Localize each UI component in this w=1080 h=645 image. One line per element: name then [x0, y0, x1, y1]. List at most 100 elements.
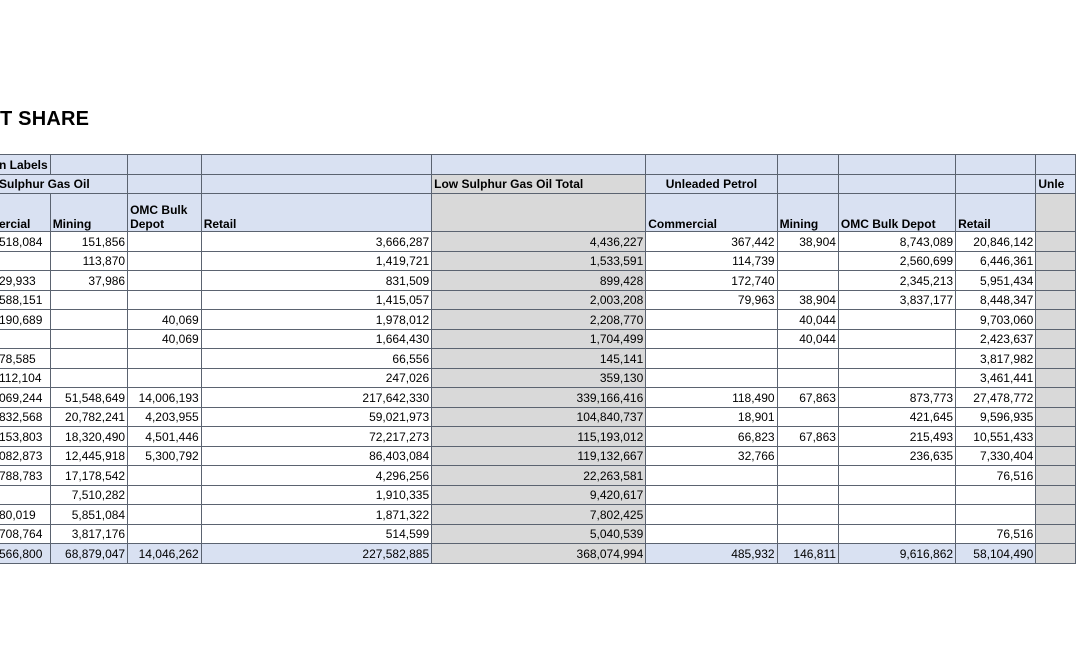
table-cell[interactable]: 514,599: [200, 523, 433, 544]
table-cell[interactable]: 2,345,213: [837, 270, 957, 291]
table-cell[interactable]: [776, 465, 839, 486]
table-cell[interactable]: 59,021,973: [200, 406, 433, 427]
ule-group-header[interactable]: Unle: [1035, 173, 1076, 194]
table-cell[interactable]: 069,244: [0, 387, 51, 408]
table-cell[interactable]: 32,766: [645, 445, 778, 466]
table-cell[interactable]: 359,130: [431, 367, 647, 388]
table-cell[interactable]: 9,616,862: [837, 543, 957, 564]
table-cell[interactable]: 215,493: [837, 426, 957, 447]
table-cell[interactable]: [127, 465, 202, 486]
table-cell[interactable]: [49, 328, 129, 349]
table-cell[interactable]: [1035, 445, 1076, 466]
table-cell[interactable]: 1,419,721: [200, 250, 433, 271]
table-cell[interactable]: 2,208,770: [431, 309, 647, 330]
row-labels-header[interactable]: n Labels: [0, 154, 51, 175]
table-cell[interactable]: 146,811: [776, 543, 839, 564]
table-cell[interactable]: 66,556: [200, 348, 433, 369]
table-cell[interactable]: [776, 270, 839, 291]
table-cell[interactable]: 190,689: [0, 309, 51, 330]
table-cell[interactable]: 3,666,287: [200, 231, 433, 252]
table-cell[interactable]: 10,551,433: [955, 426, 1037, 447]
table-cell[interactable]: 788,783: [0, 465, 51, 486]
table-cell[interactable]: 1,871,322: [200, 504, 433, 525]
table-cell[interactable]: [645, 523, 778, 544]
table-cell[interactable]: 78,585: [0, 348, 51, 369]
table-cell[interactable]: 4,203,955: [127, 406, 202, 427]
table-cell[interactable]: 566,800: [0, 543, 51, 564]
table-cell[interactable]: [1035, 328, 1076, 349]
col-header[interactable]: OMC Bulk Depot: [127, 193, 202, 232]
table-cell[interactable]: [837, 465, 957, 486]
table-cell[interactable]: 40,044: [776, 328, 839, 349]
table-cell[interactable]: 1,704,499: [431, 328, 647, 349]
table-cell[interactable]: 22,263,581: [431, 465, 647, 486]
table-cell[interactable]: 1,664,430: [200, 328, 433, 349]
table-cell[interactable]: 5,851,084: [49, 504, 129, 525]
table-cell[interactable]: 217,642,330: [200, 387, 433, 408]
table-cell[interactable]: 76,516: [955, 465, 1037, 486]
table-cell[interactable]: [837, 523, 957, 544]
table-cell[interactable]: [776, 406, 839, 427]
table-cell[interactable]: 37,986: [49, 270, 129, 291]
table-cell[interactable]: 8,448,347: [955, 289, 1037, 310]
table-cell[interactable]: [776, 250, 839, 271]
table-cell[interactable]: 5,300,792: [127, 445, 202, 466]
col-header[interactable]: ercial: [0, 193, 51, 232]
table-cell[interactable]: [776, 367, 839, 388]
table-cell[interactable]: 86,403,084: [200, 445, 433, 466]
table-cell[interactable]: 4,436,227: [431, 231, 647, 252]
table-cell[interactable]: [776, 504, 839, 525]
table-cell[interactable]: [127, 250, 202, 271]
table-cell[interactable]: [837, 367, 957, 388]
table-cell[interactable]: [127, 504, 202, 525]
table-cell[interactable]: 9,596,935: [955, 406, 1037, 427]
table-cell[interactable]: [645, 465, 778, 486]
table-cell[interactable]: 76,516: [955, 523, 1037, 544]
table-cell[interactable]: 172,740: [645, 270, 778, 291]
table-cell[interactable]: [49, 289, 129, 310]
table-cell[interactable]: [645, 367, 778, 388]
table-cell[interactable]: 38,904: [776, 289, 839, 310]
table-cell[interactable]: 14,006,193: [127, 387, 202, 408]
table-cell[interactable]: [1035, 250, 1076, 271]
table-cell[interactable]: [127, 523, 202, 544]
table-cell[interactable]: [0, 328, 51, 349]
table-cell[interactable]: 104,840,737: [431, 406, 647, 427]
table-cell[interactable]: [837, 348, 957, 369]
table-cell[interactable]: [1035, 367, 1076, 388]
table-cell[interactable]: 29,933: [0, 270, 51, 291]
table-cell[interactable]: [1035, 484, 1076, 505]
table-cell[interactable]: 832,568: [0, 406, 51, 427]
table-cell[interactable]: 38,904: [776, 231, 839, 252]
table-cell[interactable]: [127, 270, 202, 291]
table-cell[interactable]: 5,040,539: [431, 523, 647, 544]
table-cell[interactable]: [127, 289, 202, 310]
ulp-group-header[interactable]: Unleaded Petrol: [645, 173, 778, 194]
table-cell[interactable]: 2,560,699: [837, 250, 957, 271]
table-cell[interactable]: 113,870: [49, 250, 129, 271]
table-cell[interactable]: 518,084: [0, 231, 51, 252]
col-header[interactable]: OMC Bulk Depot: [837, 193, 957, 232]
table-cell[interactable]: 7,330,404: [955, 445, 1037, 466]
table-cell[interactable]: 79,963: [645, 289, 778, 310]
table-cell[interactable]: 1,910,335: [200, 484, 433, 505]
table-cell[interactable]: 4,501,446: [127, 426, 202, 447]
table-cell[interactable]: 082,873: [0, 445, 51, 466]
col-header[interactable]: Mining: [49, 193, 129, 232]
lsgo-group-header[interactable]: Sulphur Gas Oil: [0, 173, 129, 194]
table-cell[interactable]: 236,635: [837, 445, 957, 466]
table-cell[interactable]: [49, 348, 129, 369]
table-cell[interactable]: [776, 445, 839, 466]
table-cell[interactable]: 7,510,282: [49, 484, 129, 505]
table-cell[interactable]: 12,445,918: [49, 445, 129, 466]
table-cell[interactable]: 118,490: [645, 387, 778, 408]
table-cell[interactable]: 3,817,982: [955, 348, 1037, 369]
table-cell[interactable]: [1035, 348, 1076, 369]
table-cell[interactable]: 14,046,262: [127, 543, 202, 564]
table-cell[interactable]: 9,703,060: [955, 309, 1037, 330]
table-cell[interactable]: 119,132,667: [431, 445, 647, 466]
table-cell[interactable]: [837, 328, 957, 349]
table-cell[interactable]: [49, 309, 129, 330]
table-cell[interactable]: 367,442: [645, 231, 778, 252]
table-cell[interactable]: [1035, 426, 1076, 447]
